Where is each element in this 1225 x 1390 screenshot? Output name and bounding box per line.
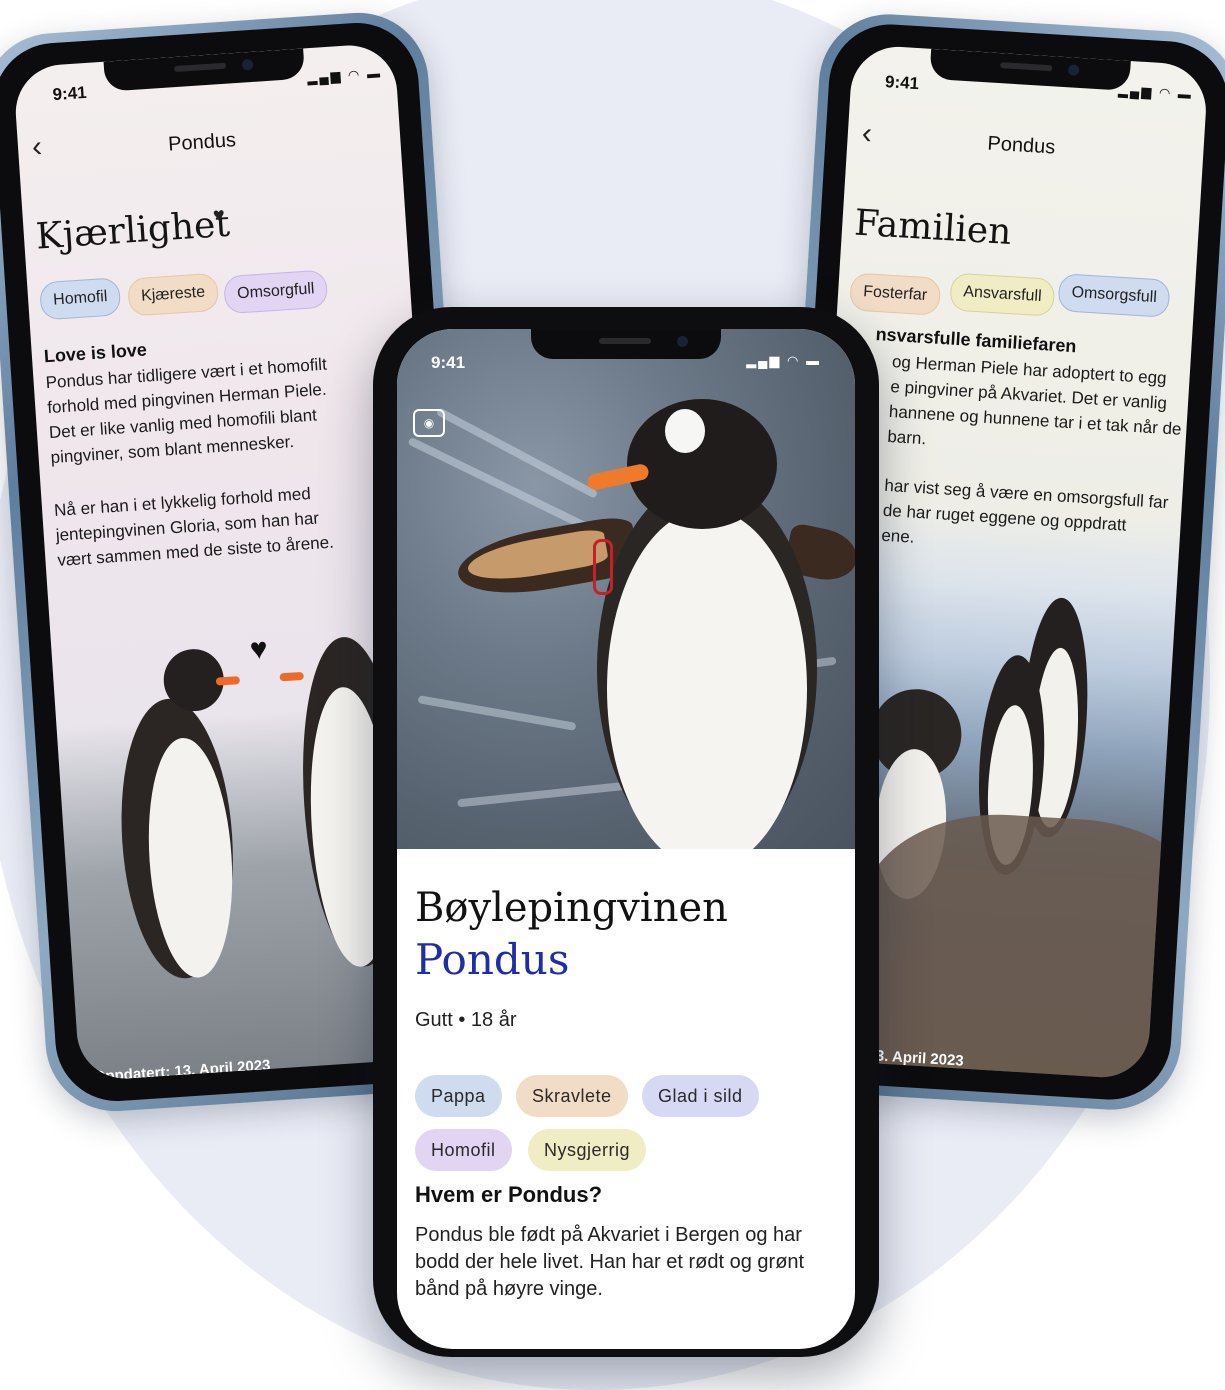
tag-chip: Homofil (415, 1129, 512, 1171)
back-button[interactable]: ‹ (31, 130, 43, 165)
species-title: Bøylepingvinen (415, 885, 728, 931)
tag-chip: Nysgjerrig (528, 1129, 647, 1171)
status-icons: ▂▄▆ ◠ ▬ (746, 353, 821, 369)
wifi-icon: ◠ (787, 353, 801, 368)
tag-chip: Fosterfar (849, 272, 942, 316)
tag-chip: Omsorgsfull (1057, 273, 1171, 318)
tag-chip: Kjæreste (126, 272, 220, 317)
wifi-icon: ◠ (347, 66, 362, 83)
tag-chip: Ansvarsfull (949, 272, 1056, 317)
phone-center: 9:41 ▂▄▆ ◠ ▬ ◉ Bøylepingvinen Pondus Gut… (373, 307, 879, 1357)
tag-chip: Skravlete (516, 1075, 628, 1117)
page-title: Kjærlighet (34, 203, 232, 258)
page-title: Familien (853, 202, 1013, 254)
heart-icon: ♥ (248, 632, 269, 667)
tag-chip: Omsorgfull (223, 269, 329, 315)
status-time: 9:41 (51, 82, 88, 105)
status-icons: ▂▄▆ ◠ ▬ (1118, 82, 1194, 103)
paragraph: har vist seg å være en omsorgsfull far d… (880, 475, 1169, 547)
paragraph: Nå er han i et lykkelig forhold med jent… (53, 483, 335, 570)
status-time: 9:41 (431, 353, 466, 372)
tag-chip: Glad i sild (642, 1075, 759, 1117)
tag-chip: Homofil (39, 277, 122, 321)
paragraph: og Herman Piele har adoptert to egg e pi… (886, 352, 1183, 449)
notch (103, 48, 306, 92)
heart-icon: ♥ (212, 204, 226, 227)
battery-icon: ▬ (1177, 86, 1194, 102)
status-time: 9:41 (884, 72, 920, 94)
tag-chip: Pappa (415, 1075, 502, 1117)
status-icons: ▂▄▆ ◠ ▬ (307, 65, 383, 86)
penguin-name: Pondus (415, 935, 570, 984)
chevron-left-icon: ‹ (30, 130, 44, 164)
battery-icon: ▬ (366, 65, 383, 82)
notch (531, 329, 721, 359)
battery-icon: ▬ (806, 353, 821, 368)
gender-age: Gutt • 18 år (415, 1009, 517, 1031)
signal-icon: ▂▄▆ (306, 67, 343, 86)
nav-title: Pondus (986, 132, 1056, 159)
section-heading: Hvem er Pondus? (415, 1182, 603, 1207)
section-heading: Love is love (43, 339, 148, 367)
notch (929, 48, 1131, 91)
screen-profile: 9:41 ▂▄▆ ◠ ▬ ◉ Bøylepingvinen Pondus Gut… (397, 329, 855, 1349)
signal-icon: ▂▄▆ (746, 353, 782, 368)
penguin-hero-photo (397, 329, 855, 849)
description: Pondus ble født på Akvariet i Bergen og … (415, 1224, 805, 1300)
updated-label: Oppdatert: 13. April 2023 (93, 1056, 271, 1082)
wifi-icon: ◠ (1158, 84, 1173, 101)
back-button[interactable]: ‹ (861, 117, 873, 152)
camera-icon[interactable]: ◉ (413, 409, 445, 437)
paragraph: Pondus har tidligere vært i et homofilt … (45, 354, 328, 468)
nav-title: Pondus (167, 129, 237, 156)
signal-icon: ▂▄▆ (1117, 82, 1154, 100)
chevron-left-icon: ‹ (860, 116, 873, 151)
